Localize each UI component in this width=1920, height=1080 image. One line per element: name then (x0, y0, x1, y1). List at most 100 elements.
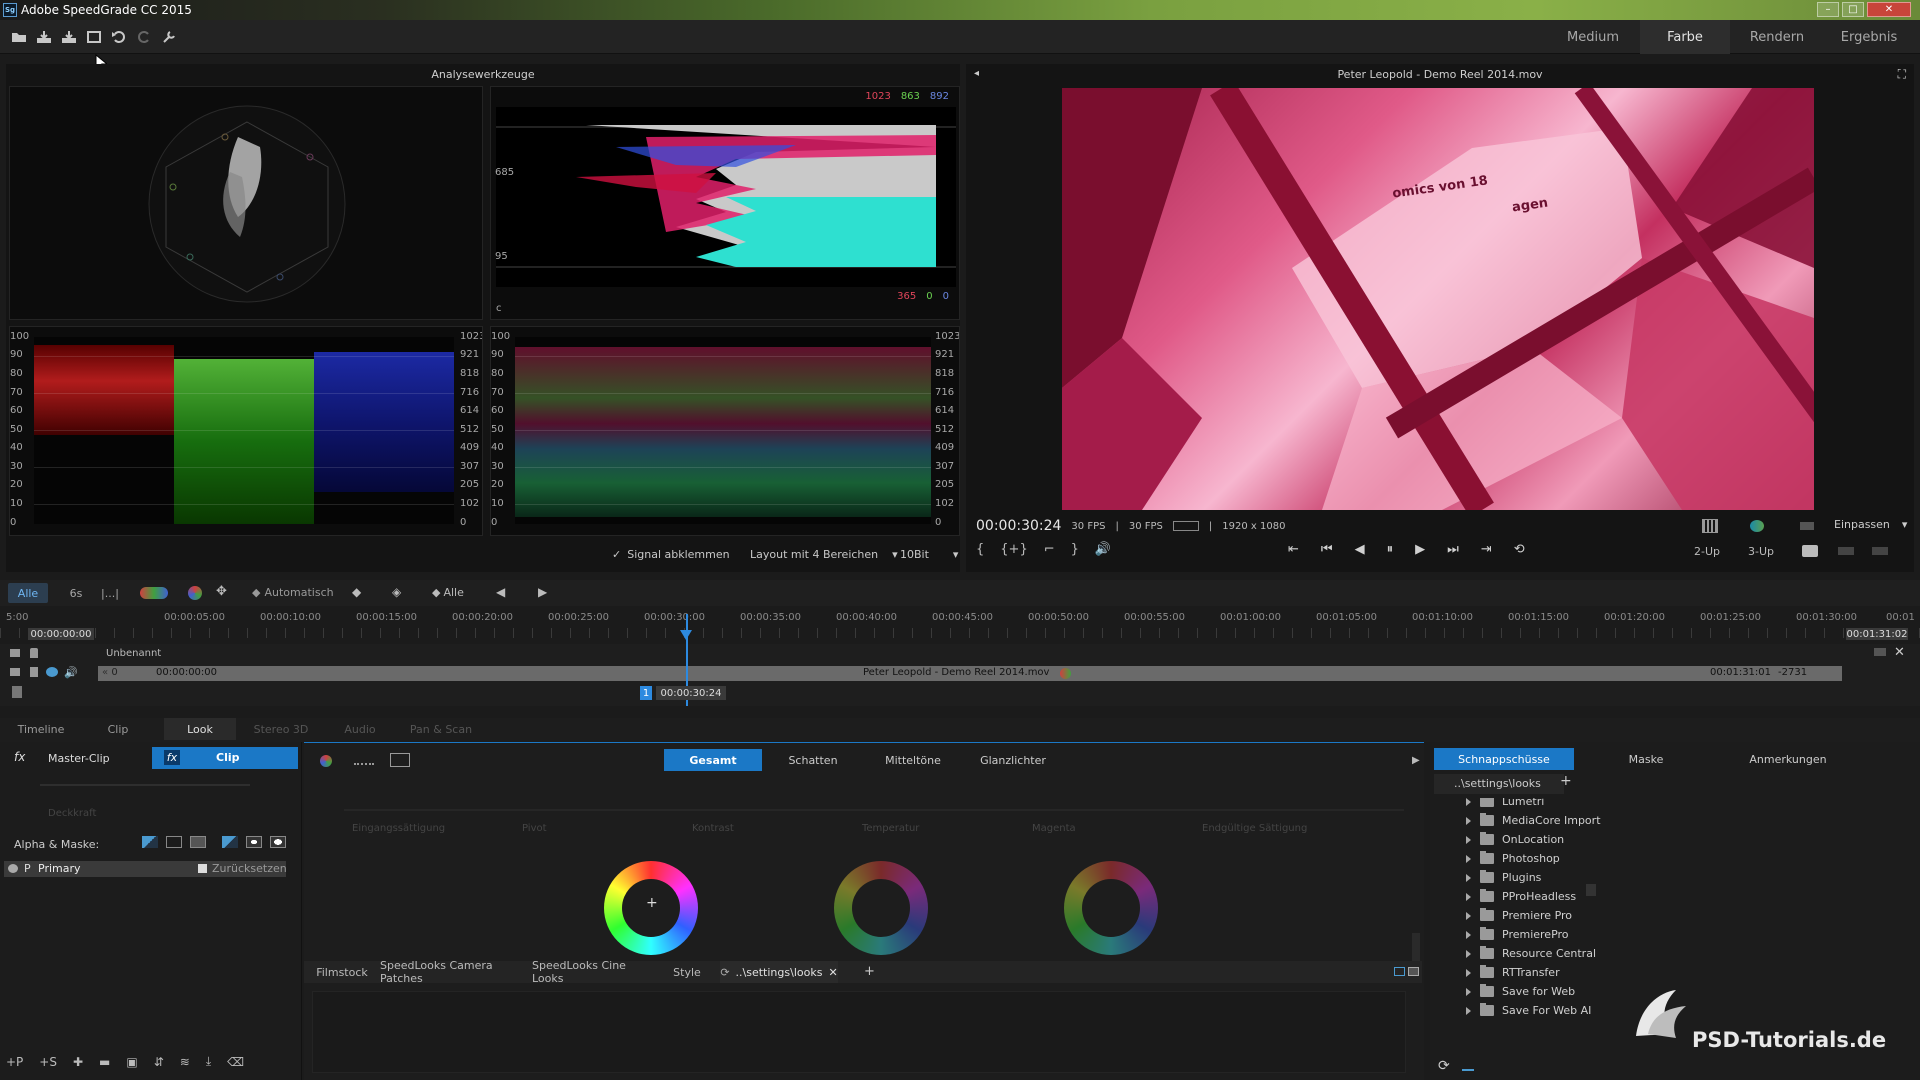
mask-rect-icon[interactable] (166, 836, 182, 848)
grid-overlay-icon[interactable] (1702, 519, 1718, 533)
tab-medium[interactable]: Medium (1548, 20, 1638, 54)
view-2up-button[interactable]: 2-Up (1694, 545, 1720, 558)
mask-invert-icon[interactable] (222, 836, 238, 848)
signal-clamp-toggle[interactable]: ✓ Signal abklemmen (612, 548, 730, 561)
folder-item[interactable]: Premiere Pro (1466, 906, 1572, 925)
mask-fill-icon[interactable] (190, 836, 206, 848)
delete-icon[interactable]: ⌫ (227, 1055, 244, 1069)
folder-item[interactable]: Save For Web AI (1466, 1001, 1591, 1020)
tab-audio[interactable]: Audio (330, 718, 390, 740)
film-strip-icon[interactable] (12, 686, 22, 698)
loop-icon[interactable]: ⟲ (1514, 542, 1525, 557)
grid-view-icon[interactable] (1408, 967, 1419, 976)
offset-color-wheel[interactable]: + (604, 861, 698, 955)
play-icon[interactable]: ▶ (1415, 542, 1425, 557)
export-icon[interactable] (85, 28, 103, 46)
minimize-button[interactable]: – (1817, 2, 1839, 17)
folder-icon[interactable]: ▬ (99, 1055, 110, 1069)
layer-visibility-icon[interactable] (8, 864, 18, 873)
color-wheels-icon[interactable] (320, 755, 332, 767)
layout-select[interactable]: Layout mit 4 Bereichen ▾ (750, 548, 898, 561)
look-tab-settings-looks[interactable]: ⟳ ..\settings\looks ✕ (720, 961, 838, 983)
folder-item[interactable]: RTTransfer (1466, 963, 1560, 982)
tab-mask[interactable]: Maske (1576, 748, 1716, 770)
lock-icon[interactable] (30, 648, 38, 658)
reset-checkbox[interactable] (198, 864, 207, 873)
timeline-ruler[interactable]: 5:00 00:00:05:00 00:00:10:00 00:00:15:00… (0, 606, 1920, 644)
folder-item[interactable]: PremierePro (1466, 925, 1569, 944)
close-tab-icon[interactable]: ✕ (828, 966, 837, 979)
add-keyframe-icon[interactable]: ◆ (352, 585, 361, 599)
channel-mixer-icon[interactable] (390, 753, 410, 767)
mask-ellipse-icon[interactable] (246, 836, 262, 848)
bit-depth-select[interactable]: 10Bit ▾ (900, 548, 958, 561)
folder-item[interactable]: PProHeadless (1466, 887, 1576, 906)
opacity-slider[interactable] (40, 784, 250, 786)
clip-audio-icon[interactable]: 🔊 (64, 666, 78, 679)
open-folder-icon[interactable] (10, 28, 28, 46)
tab-look[interactable]: Look (164, 718, 236, 740)
add-path-button[interactable]: + (1560, 773, 1572, 789)
go-to-in-icon[interactable]: ⌐ (1044, 542, 1055, 557)
look-tab-camera-patches[interactable]: SpeedLooks Camera Patches (380, 959, 526, 985)
crosshair-icon[interactable]: + (646, 895, 658, 911)
folder-item[interactable]: OnLocation (1466, 830, 1564, 849)
display-mode-icon[interactable] (1172, 521, 1199, 531)
look-tab-filmstock[interactable]: Filmstock (310, 961, 374, 983)
tab-timeline[interactable]: Timeline (6, 718, 76, 740)
play-reverse-icon[interactable]: ◀ (1355, 542, 1365, 557)
move-icon[interactable]: ✥ (216, 584, 227, 599)
add-primary-button[interactable]: +P (6, 1055, 23, 1069)
timeline-start-timecode[interactable]: 00:00:00:00 (28, 628, 94, 640)
undo-icon[interactable] (110, 28, 128, 46)
add-effect-icon[interactable]: ✚ (73, 1055, 83, 1069)
tab-clip[interactable]: Clip (88, 718, 148, 740)
close-window-button[interactable]: ✕ (1867, 2, 1911, 17)
collapse-panel-icon[interactable]: ◂ (974, 68, 979, 79)
previous-frame-icon[interactable]: ⏮ (1321, 542, 1333, 557)
expand-arrow-icon[interactable]: ▶ (1412, 755, 1420, 766)
color-wheel-icon[interactable] (188, 586, 202, 600)
folder-item[interactable]: MediaCore Import (1466, 811, 1601, 830)
filter-6s-button[interactable]: 6s (64, 583, 88, 603)
tab-ergebnis[interactable]: Ergebnis (1824, 20, 1914, 54)
rgb-channels-icon[interactable] (140, 587, 168, 599)
playhead-timecode[interactable]: 00:00:30:24 (656, 686, 726, 700)
folder-item[interactable]: Save for Web (1466, 982, 1575, 1001)
maximize-button[interactable]: □ (1842, 2, 1864, 17)
track-settings-icon[interactable] (10, 649, 20, 657)
filter-range-button[interactable]: |...| (96, 583, 124, 603)
tab-farbe[interactable]: Farbe (1640, 20, 1730, 54)
looks-browser-area[interactable] (312, 991, 1406, 1073)
tree-scrollbar[interactable] (1586, 884, 1596, 896)
range-highlights-button[interactable]: Glanzlichter (964, 749, 1062, 771)
refresh-icon[interactable]: ⟳ (1438, 1058, 1450, 1074)
add-look-tab-button[interactable]: + (864, 964, 875, 979)
refresh-icon[interactable]: ⟳ (720, 966, 729, 979)
range-midtones-button[interactable]: Mitteltöne (864, 749, 962, 771)
all-keyframes-button[interactable]: ◆ Alle (432, 586, 464, 599)
range-overall-button[interactable]: Gesamt (664, 749, 762, 771)
clip-bar[interactable]: « 0 00:00:00:00 Peter Leopold - Demo Ree… (98, 666, 1842, 681)
path-tab[interactable]: ..\settings\looks (1434, 774, 1564, 794)
compare-icon[interactable] (1800, 522, 1814, 530)
reorder-icon[interactable]: ⇵ (154, 1055, 164, 1069)
pause-icon[interactable]: ⏸ (1387, 542, 1394, 557)
next-frame-icon[interactable]: ⏭ (1447, 542, 1459, 557)
gamma-color-wheel[interactable] (834, 861, 928, 955)
range-shadows-button[interactable]: Schatten (764, 749, 862, 771)
remove-keyframe-icon[interactable]: ◈ (392, 585, 401, 599)
go-to-start-icon[interactable]: ⇤ (1288, 542, 1299, 557)
visibility-eye-icon[interactable] (46, 667, 58, 677)
mark-in-icon[interactable]: { (976, 542, 984, 557)
copy-icon[interactable]: ▣ (126, 1055, 137, 1069)
import-icon[interactable]: ⤓ (206, 1054, 211, 1069)
tab-pan-scan[interactable]: Pan & Scan (404, 718, 478, 740)
look-tab-style[interactable]: Style (664, 961, 710, 983)
folder-item[interactable]: Photoshop (1466, 849, 1560, 868)
mask-radial-icon[interactable] (270, 836, 286, 848)
tab-rendern[interactable]: Rendern (1732, 20, 1822, 54)
split-view-icon[interactable] (1838, 547, 1854, 555)
mask-gradient-icon[interactable] (142, 836, 158, 848)
track-options-icon[interactable] (1874, 648, 1886, 656)
